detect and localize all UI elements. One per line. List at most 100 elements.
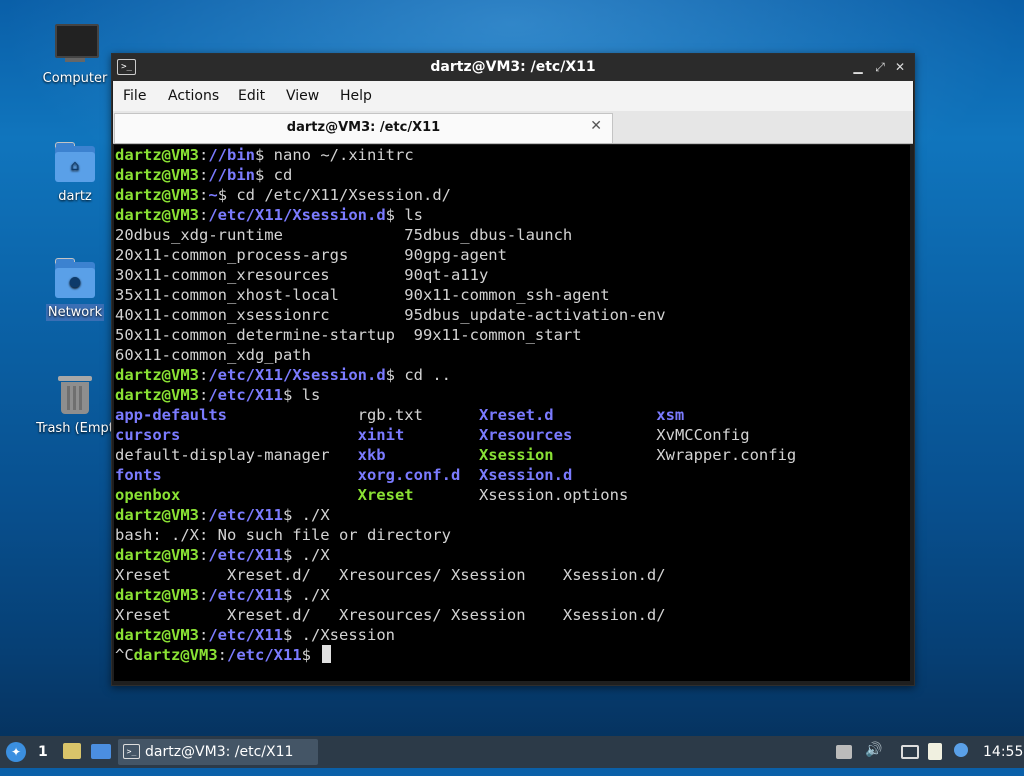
prompt-user: dartz@VM3 (115, 626, 199, 644)
terminal-line: cursors xinit Xresources XvMCConfig (115, 425, 750, 445)
terminal-line: 20x11-common_process-args 90gpg-agent (115, 245, 507, 265)
terminal-text: $ ls (385, 206, 423, 224)
terminal-line: Xreset Xreset.d/ Xresources/ Xsession Xs… (115, 605, 666, 625)
terminal-text: : (199, 586, 209, 604)
terminal-line: fonts xorg.conf.d Xsession.d (115, 465, 572, 485)
prompt-path: /etc/X11 (208, 586, 283, 604)
menu-edit[interactable]: Edit (238, 88, 265, 104)
tray-app-icon[interactable] (836, 745, 852, 759)
terminal-line: ^Cdartz@VM3:/etc/X11$ (115, 645, 332, 665)
terminal-line: dartz@VM3:/etc/X11$ ./X (115, 505, 330, 525)
taskbar-task-label: dartz@VM3: /etc/X11 (145, 744, 294, 760)
menu-file[interactable]: File (123, 88, 146, 104)
terminal-line: dartz@VM3://bin$ cd (115, 165, 292, 185)
menu-bar: File Actions Edit View Help (113, 81, 913, 111)
terminal-text: : (199, 166, 209, 184)
terminal-line: dartz@VM3:~$ cd /etc/X11/Xsession.d/ (115, 185, 451, 205)
terminal-icon: >_ (123, 744, 140, 759)
terminal-text: 60x11-common_xdg_path (115, 346, 311, 364)
tab-terminal[interactable]: dartz@VM3: /etc/X11 ✕ (114, 113, 613, 143)
prompt-path: /etc/X11 (227, 646, 302, 664)
terminal-text: $ cd /etc/X11/Xsession.d/ (217, 186, 451, 204)
prompt-user: dartz@VM3 (115, 506, 199, 524)
terminal-text: $ ./Xsession (283, 626, 395, 644)
terminal-text: : (217, 646, 228, 664)
terminal-text: $ ./X (283, 506, 330, 524)
volume-icon[interactable]: 🔊 (865, 742, 882, 758)
terminal-line: dartz@VM3:/etc/X11$ ./X (115, 585, 330, 605)
prompt-path: xorg.conf.d (357, 466, 461, 484)
prompt-user: dartz@VM3 (115, 366, 199, 384)
menu-help[interactable]: Help (340, 88, 372, 104)
desktop-icon-computer[interactable]: Computer (30, 22, 120, 87)
prompt-path: /etc/X11 (208, 386, 283, 404)
menu-view[interactable]: View (286, 88, 319, 104)
prompt-user: dartz@VM3 (115, 166, 199, 184)
update-notifier-icon[interactable] (954, 743, 968, 757)
prompt-path: Xreset.d (478, 406, 554, 424)
terminal-text: : (199, 366, 209, 384)
terminal-text: Xwrapper.config (553, 446, 797, 464)
terminal-line: default-display-manager xkb Xsession Xwr… (115, 445, 796, 465)
terminal-text: 50x11-common_determine-startup 99x11-com… (115, 326, 582, 344)
prompt-user: Xsession (478, 446, 554, 464)
prompt-path: /etc/X11 (208, 546, 283, 564)
prompt-path: //bin (208, 166, 256, 184)
prompt-user: dartz@VM3 (115, 386, 199, 404)
terminal-text: 20dbus_xdg-runtime 75dbus_dbus-launch (115, 226, 573, 244)
terminal-text: 40x11-common_xsessionrc 95dbus_update-ac… (115, 306, 666, 324)
prompt-user: dartz@VM3 (115, 146, 199, 164)
desktop-icon-home[interactable]: ⌂ dartz (30, 140, 120, 205)
prompt-path: xinit (357, 426, 405, 444)
prompt-path: /etc/X11/Xsession.d (208, 366, 386, 384)
window-titlebar[interactable]: >_ dartz@VM3: /etc/X11 ▁ ⤢ ✕ (112, 54, 914, 81)
terminal-line: dartz@VM3:/etc/X11/Xsession.d$ cd .. (115, 365, 451, 385)
file-manager-icon[interactable] (63, 743, 81, 759)
terminal-text: $ cd .. (385, 366, 451, 384)
show-desktop-icon[interactable] (91, 744, 111, 759)
terminal-text: 30x11-common_xresources 90qt-a11y (115, 266, 489, 284)
terminal-text: : (199, 186, 209, 204)
computer-icon (53, 22, 99, 66)
prompt-path: Xresources (478, 426, 573, 444)
maximize-button[interactable]: ⤢ (871, 58, 889, 76)
prompt-path: /etc/X11/Xsession.d (208, 206, 386, 224)
terminal-text: default-display-manager (115, 446, 358, 464)
minimize-button[interactable]: ▁ (849, 58, 867, 76)
tab-close-icon[interactable]: ✕ (590, 118, 602, 134)
terminal-line: 30x11-common_xresources 90qt-a11y (115, 265, 488, 285)
menu-actions[interactable]: Actions (168, 88, 219, 104)
terminal-text: Xreset Xreset.d/ Xresources/ Xsession Xs… (115, 606, 666, 624)
terminal-line: openbox Xreset Xsession.options (115, 485, 628, 505)
start-menu-icon[interactable]: ✦ (6, 742, 26, 762)
terminal-output[interactable]: dartz@VM3://bin$ nano ~/.xinitrc dartz@VM… (114, 145, 910, 681)
network-icon[interactable] (901, 745, 919, 759)
prompt-user: dartz@VM3 (115, 186, 199, 204)
close-button[interactable]: ✕ (891, 58, 909, 76)
terminal-text: $ (301, 646, 321, 664)
desktop-icon-trash[interactable]: Trash (Empt (30, 372, 120, 437)
terminal-text: 35x11-common_xhost-local 90x11-common_ss… (115, 286, 610, 304)
terminal-window[interactable]: >_ dartz@VM3: /etc/X11 ▁ ⤢ ✕ File Action… (111, 53, 915, 686)
terminal-cursor (322, 645, 332, 663)
taskbar-terminal-button[interactable]: >_ dartz@VM3: /etc/X11 (118, 739, 318, 765)
terminal-line: 20dbus_xdg-runtime 75dbus_dbus-launch (115, 225, 572, 245)
desktop-icon-network[interactable]: ● Network (30, 256, 120, 321)
terminal-text: 20x11-common_process-args 90gpg-agent (115, 246, 507, 264)
workspace-switcher[interactable]: 1 (38, 744, 48, 776)
clock[interactable]: 14:55 (983, 744, 1023, 760)
tab-label: dartz@VM3: /etc/X11 (286, 120, 441, 135)
trash-icon (53, 372, 97, 416)
clipboard-icon[interactable] (928, 743, 942, 760)
network-folder-icon: ● (53, 256, 97, 300)
prompt-path: cursors (115, 426, 181, 444)
terminal-text: $ cd (255, 166, 293, 184)
prompt-path: /etc/X11 (208, 626, 283, 644)
terminal-text: : (199, 386, 209, 404)
